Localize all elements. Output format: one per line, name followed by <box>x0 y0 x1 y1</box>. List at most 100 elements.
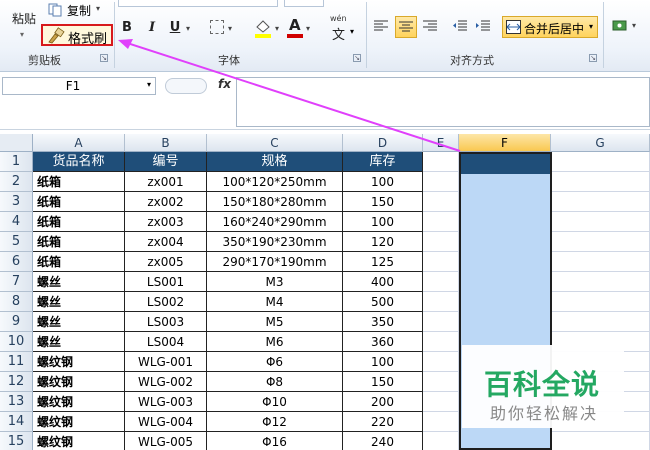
cell-d7[interactable]: 400 <box>343 272 423 292</box>
cell-b3[interactable]: zx002 <box>125 192 207 212</box>
cell-d13[interactable]: 200 <box>343 392 423 412</box>
border-icon[interactable] <box>210 20 224 34</box>
row-header-10[interactable]: 10 <box>0 332 33 352</box>
row-header-15[interactable]: 15 <box>0 432 33 450</box>
cell-a11[interactable]: 螺纹钢 <box>33 352 125 372</box>
cell-e10[interactable] <box>423 332 459 352</box>
cell-e4[interactable] <box>423 212 459 232</box>
row-header-9[interactable]: 9 <box>0 312 33 332</box>
cell-d11[interactable]: 100 <box>343 352 423 372</box>
paste-button[interactable]: 粘贴 ▾ <box>4 2 38 48</box>
fill-color-icon[interactable] <box>254 18 272 38</box>
cell-a4[interactable]: 纸箱 <box>33 212 125 232</box>
cell-f1[interactable] <box>461 154 550 174</box>
cell-e5[interactable] <box>423 232 459 252</box>
row-header-6[interactable]: 6 <box>0 252 33 272</box>
cell-a5[interactable]: 纸箱 <box>33 232 125 252</box>
column-header-c[interactable]: C <box>207 134 343 152</box>
column-header-d[interactable]: D <box>343 134 423 152</box>
copy-button[interactable]: 复制 ▾ <box>48 1 108 19</box>
table-header-cell[interactable]: 规格 <box>207 152 343 172</box>
column-header-f[interactable]: F <box>459 134 551 152</box>
increase-indent-icon[interactable] <box>475 19 491 33</box>
merge-center-button[interactable]: 合并后居中 ▾ <box>502 16 598 38</box>
cell-e8[interactable] <box>423 292 459 312</box>
cell-c5[interactable]: 350*190*230mm <box>207 232 343 252</box>
chevron-down-icon[interactable]: ▾ <box>147 80 151 89</box>
cell-a3[interactable]: 纸箱 <box>33 192 125 212</box>
dialog-launcher-icon[interactable]: ↘ <box>589 54 597 62</box>
cell-e9[interactable] <box>423 312 459 332</box>
cell-e6[interactable] <box>423 252 459 272</box>
cell-g6[interactable] <box>551 252 650 272</box>
decrease-indent-icon[interactable] <box>452 19 468 33</box>
cell-g5[interactable] <box>551 232 650 252</box>
number-format-icon[interactable] <box>612 18 630 34</box>
cell-b10[interactable]: LS004 <box>125 332 207 352</box>
align-center-button[interactable] <box>395 16 417 38</box>
underline-button[interactable]: U <box>166 18 184 38</box>
cell-b8[interactable]: LS002 <box>125 292 207 312</box>
row-header-13[interactable]: 13 <box>0 392 33 412</box>
cell-d8[interactable]: 500 <box>343 292 423 312</box>
cell-e11[interactable] <box>423 352 459 372</box>
column-header-a[interactable]: A <box>33 134 125 152</box>
row-header-7[interactable]: 7 <box>0 272 33 292</box>
cell-c3[interactable]: 150*180*280mm <box>207 192 343 212</box>
cell-b12[interactable]: WLG-002 <box>125 372 207 392</box>
chevron-down-icon[interactable]: ▾ <box>228 24 232 33</box>
cell-b13[interactable]: WLG-003 <box>125 392 207 412</box>
cell-c13[interactable]: Φ10 <box>207 392 343 412</box>
row-header-14[interactable]: 14 <box>0 412 33 432</box>
cell-e14[interactable] <box>423 412 459 432</box>
cell-e3[interactable] <box>423 192 459 212</box>
cell-g7[interactable] <box>551 272 650 292</box>
cell-c14[interactable]: Φ12 <box>207 412 343 432</box>
cell-g8[interactable] <box>551 292 650 312</box>
cell-d5[interactable]: 120 <box>343 232 423 252</box>
cell-e2[interactable] <box>423 172 459 192</box>
cell-c8[interactable]: M4 <box>207 292 343 312</box>
row-header-4[interactable]: 4 <box>0 212 33 232</box>
cell-d12[interactable]: 150 <box>343 372 423 392</box>
cell-b9[interactable]: LS003 <box>125 312 207 332</box>
cell-b6[interactable]: zx005 <box>125 252 207 272</box>
cell-c4[interactable]: 160*240*290mm <box>207 212 343 232</box>
chevron-down-icon[interactable]: ▾ <box>306 24 310 33</box>
row-header-1[interactable]: 1 <box>0 152 33 172</box>
cell-a15[interactable]: 螺纹钢 <box>33 432 125 450</box>
font-size-box[interactable] <box>284 0 324 7</box>
cell-a7[interactable]: 螺丝 <box>33 272 125 292</box>
cell-c12[interactable]: Φ8 <box>207 372 343 392</box>
cell-d10[interactable]: 360 <box>343 332 423 352</box>
cell-a12[interactable]: 螺纹钢 <box>33 372 125 392</box>
cell-e13[interactable] <box>423 392 459 412</box>
cell-d9[interactable]: 350 <box>343 312 423 332</box>
cell-c2[interactable]: 100*120*250mm <box>207 172 343 192</box>
font-color-button[interactable]: A <box>286 16 304 38</box>
table-header-cell[interactable]: 编号 <box>125 152 207 172</box>
bold-button[interactable]: B <box>118 18 136 38</box>
cell-b11[interactable]: WLG-001 <box>125 352 207 372</box>
italic-button[interactable]: I <box>143 18 161 38</box>
cell-e7[interactable] <box>423 272 459 292</box>
cell-e1[interactable] <box>423 152 459 172</box>
cell-b4[interactable]: zx003 <box>125 212 207 232</box>
select-all-corner[interactable] <box>0 134 33 152</box>
cell-g4[interactable] <box>551 212 650 232</box>
cell-e15[interactable] <box>423 432 459 450</box>
cell-a2[interactable]: 纸箱 <box>33 172 125 192</box>
cell-d2[interactable]: 100 <box>343 172 423 192</box>
cell-a8[interactable]: 螺丝 <box>33 292 125 312</box>
cell-b7[interactable]: LS001 <box>125 272 207 292</box>
cell-d14[interactable]: 220 <box>343 412 423 432</box>
row-header-11[interactable]: 11 <box>0 352 33 372</box>
insert-function-icon[interactable]: fx <box>218 77 231 91</box>
row-header-8[interactable]: 8 <box>0 292 33 312</box>
row-header-2[interactable]: 2 <box>0 172 33 192</box>
table-header-cell[interactable]: 库存 <box>343 152 423 172</box>
cell-a9[interactable]: 螺丝 <box>33 312 125 332</box>
cell-e12[interactable] <box>423 372 459 392</box>
cell-g1[interactable] <box>551 152 650 172</box>
align-left-icon[interactable] <box>373 19 389 33</box>
